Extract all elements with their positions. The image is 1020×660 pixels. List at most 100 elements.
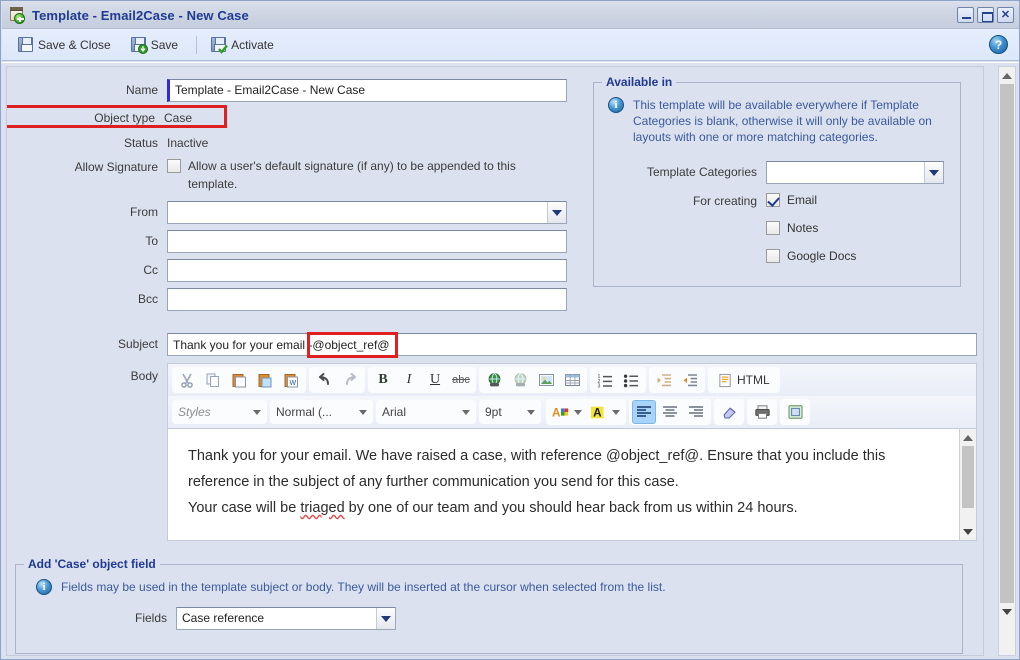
fields-select[interactable]: Case reference [176, 607, 396, 630]
subject-label: Subject [117, 337, 158, 351]
undo-icon[interactable] [312, 368, 336, 392]
styles-dropdown[interactable]: Styles [172, 400, 267, 424]
font-size-label: 9pt [485, 405, 502, 419]
paste-icon[interactable] [227, 368, 251, 392]
rte-print-group [747, 399, 777, 425]
align-left-icon[interactable] [632, 400, 656, 424]
save-and-close-button[interactable]: Save & Close [10, 34, 119, 55]
outdent-icon[interactable] [652, 368, 676, 392]
image-icon[interactable] [534, 368, 558, 392]
save-label: Save [150, 37, 179, 52]
underline-icon[interactable]: U [423, 368, 447, 392]
close-button[interactable]: ✕ [997, 7, 1014, 23]
rte-insert-group [479, 367, 587, 393]
cut-icon[interactable] [175, 368, 199, 392]
printer-icon[interactable] [750, 400, 774, 424]
save-disk-green-arrow-icon [130, 37, 148, 54]
maximize-button[interactable] [977, 7, 994, 23]
add-object-field-group: Add 'Case' object field i Fields may be … [15, 557, 963, 654]
rte-indent-group [649, 367, 705, 393]
help-icon[interactable]: ? [989, 35, 1008, 54]
object-type-label: Object type [94, 111, 155, 125]
to-input[interactable] [167, 230, 567, 253]
allow-signature-checkbox[interactable] [167, 159, 181, 173]
font-label: Arial [382, 405, 407, 419]
eraser-icon[interactable] [717, 400, 741, 424]
page-scroll-up-button[interactable] [999, 67, 1015, 84]
numbered-list-icon[interactable]: 123 [593, 368, 617, 392]
for-creating-email-checkbox[interactable] [766, 193, 780, 207]
toolbar-separator [196, 35, 198, 54]
text-color-icon[interactable]: A [549, 400, 585, 424]
chevron-down-icon [376, 608, 395, 629]
page-scrollbar-thumb[interactable] [1000, 84, 1014, 603]
to-label: To [145, 234, 158, 248]
name-input[interactable]: Template - Email2Case - New Case [167, 79, 567, 102]
svg-text:A: A [552, 406, 561, 419]
editor-scroll-down-button[interactable] [960, 523, 976, 540]
for-creating-label: For creating [692, 194, 757, 208]
template-categories-label: Template Categories [646, 165, 757, 179]
allow-signature-text: Allow a user's default signature (if any… [188, 159, 516, 191]
body-line-3b: by one of our team and you should hear b… [344, 500, 798, 516]
page-scrollbar[interactable] [998, 66, 1016, 656]
minimize-button[interactable] [957, 7, 974, 23]
font-dropdown[interactable]: Arial [376, 400, 476, 424]
window-title: Template - Email2Case - New Case [32, 7, 249, 23]
from-select[interactable] [167, 201, 567, 224]
background-color-icon[interactable]: A [587, 400, 623, 424]
cc-input[interactable] [167, 259, 567, 282]
body-editor[interactable]: Thank you for your email. We have raised… [167, 428, 977, 541]
chevron-down-icon [574, 409, 582, 415]
align-center-icon[interactable] [658, 400, 682, 424]
align-right-icon[interactable] [684, 400, 708, 424]
font-size-dropdown[interactable]: 9pt [479, 400, 541, 424]
from-select-value [167, 201, 567, 224]
rte-align-group [629, 399, 711, 425]
field-row-status: Status Inactive [7, 132, 587, 150]
editor-scrollbar-thumb[interactable] [962, 446, 974, 508]
chevron-down-icon [612, 409, 620, 415]
paste-from-word-icon[interactable]: W [279, 368, 303, 392]
html-source-icon[interactable]: HTML [711, 368, 777, 392]
format-dropdown[interactable]: Normal (... [270, 400, 373, 424]
subject-input[interactable]: Thank you for your email - @object_ref@ [167, 331, 977, 358]
strikethrough-icon[interactable]: abc [449, 368, 473, 392]
redo-icon[interactable] [338, 368, 362, 392]
subject-text-static: Thank you for your email - [173, 337, 313, 352]
indent-icon[interactable] [678, 368, 702, 392]
object-type-value: Case [164, 111, 193, 125]
unlink-icon[interactable] [508, 368, 532, 392]
bcc-input[interactable] [167, 288, 567, 311]
activate-button[interactable]: Activate [203, 34, 282, 55]
template-new-icon [8, 6, 26, 24]
editor-scrollbar[interactable] [959, 429, 976, 540]
bold-icon[interactable]: B [371, 368, 395, 392]
allow-signature-label: Allow Signature [74, 160, 158, 174]
cc-label: Cc [143, 263, 158, 277]
save-and-close-label: Save & Close [38, 37, 111, 52]
save-button[interactable]: Save [123, 34, 186, 55]
window-controls: ✕ [957, 7, 1014, 23]
for-creating-notes-checkbox[interactable] [766, 221, 780, 235]
rte-format-group: B I U abc [368, 367, 476, 393]
template-categories-select[interactable] [766, 161, 944, 184]
copy-icon[interactable] [201, 368, 225, 392]
table-icon[interactable] [560, 368, 584, 392]
page-scroll-down-button[interactable] [999, 603, 1015, 620]
italic-icon[interactable]: I [397, 368, 421, 392]
paste-as-text-icon[interactable] [253, 368, 277, 392]
subject-token: @object_ref@ [312, 337, 390, 352]
maximize-editor-icon[interactable] [783, 400, 807, 424]
link-icon[interactable] [482, 368, 506, 392]
fields-select-value: Case reference [176, 607, 396, 630]
from-label: From [130, 205, 158, 219]
editor-scroll-up-button[interactable] [960, 429, 976, 446]
for-creating-google-docs-checkbox[interactable] [766, 249, 780, 263]
rte-eraser-group [714, 399, 744, 425]
body-editor-content[interactable]: Thank you for your email. We have raised… [168, 429, 940, 535]
info-icon: i [36, 579, 52, 595]
bulleted-list-icon[interactable] [619, 368, 643, 392]
chevron-down-icon [547, 202, 566, 223]
rte-list-group: 123 [590, 367, 646, 393]
